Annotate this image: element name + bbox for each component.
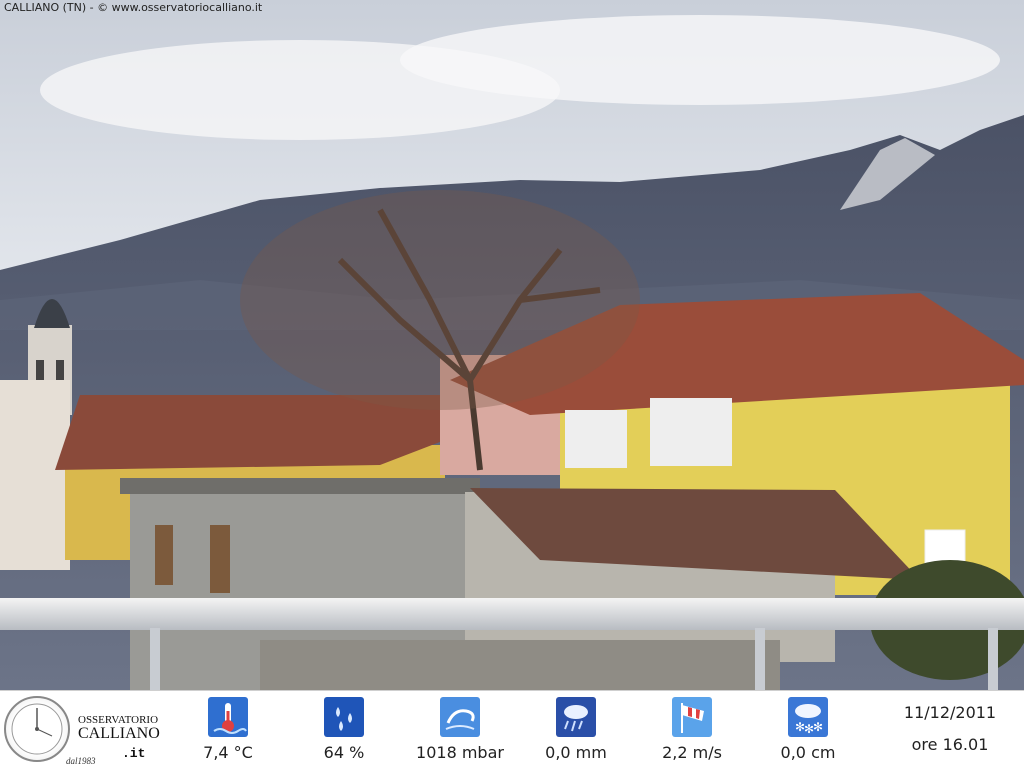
observatory-logo[interactable]: OSSERVATORIO CALLIANO .it dal1983: [4, 694, 160, 766]
wind-reading: 2,2 m/s: [642, 697, 742, 762]
logo-text-domain: .it: [122, 746, 146, 761]
temperature-value: 7,4 °C: [203, 743, 253, 762]
webcam-image: CALLIANO (TN) - © www.osservatoriocallia…: [0, 0, 1024, 690]
pressure-reading: 1018 mbar: [410, 697, 510, 762]
reading-date: 11/12/2011: [903, 703, 997, 722]
snow-reading: ✻ ✻ ✻ 0,0 cm: [758, 697, 858, 762]
barometer-dial-icon: [4, 696, 70, 762]
weather-status-bar: OSSERVATORIO CALLIANO .it dal1983 7,4 °C…: [0, 690, 1024, 769]
logo-text-since: dal1983: [66, 756, 96, 766]
snow-cloud-icon: ✻ ✻ ✻: [788, 697, 828, 737]
humidity-value: 64 %: [323, 743, 365, 762]
logo-text-calliano: CALLIANO: [78, 725, 160, 742]
thermometer-icon: [208, 697, 248, 737]
pressure-icon: [440, 697, 480, 737]
rain-cloud-icon: [556, 697, 596, 737]
wind-value: 2,2 m/s: [662, 743, 722, 762]
rain-value: 0,0 mm: [545, 743, 607, 762]
reading-time: ore 16.01: [911, 735, 989, 754]
temperature-reading: 7,4 °C: [178, 697, 278, 762]
humidity-drops-icon: [324, 697, 364, 737]
webcam-caption: CALLIANO (TN) - © www.osservatoriocallia…: [4, 1, 263, 14]
windsock-icon: [672, 697, 712, 737]
pressure-value: 1018 mbar: [416, 743, 504, 762]
svg-text:✻: ✻: [813, 720, 823, 734]
rain-reading: 0,0 mm: [526, 697, 626, 762]
webcam-scene-illustration: [0, 0, 1024, 690]
humidity-reading: 64 %: [294, 697, 394, 762]
snow-value: 0,0 cm: [780, 743, 836, 762]
